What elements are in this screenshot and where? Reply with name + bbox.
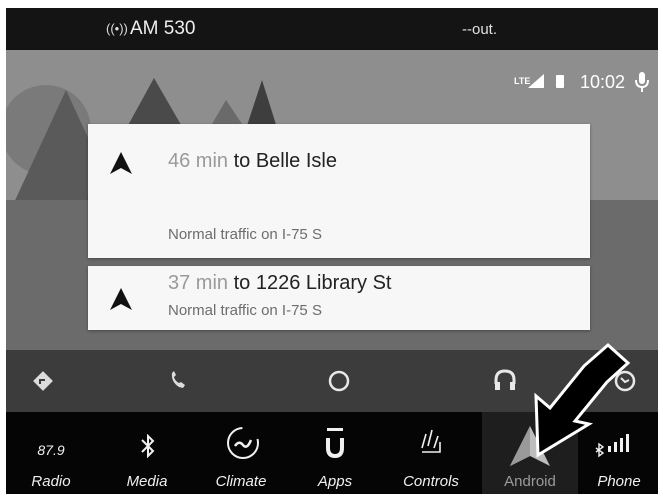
apps-label: Apps [317, 473, 353, 490]
android-auto-icon [510, 426, 550, 466]
navigation-card[interactable]: 46 min to Belle Isle Normal traffic on I… [88, 124, 590, 258]
home-icon[interactable] [324, 366, 354, 396]
apps-icon [326, 428, 344, 459]
exit-icon[interactable] [610, 366, 640, 396]
controls-label: Controls [403, 473, 459, 490]
climate-icon [227, 427, 259, 459]
radio-broadcast-icon: ((•)) [106, 21, 128, 36]
battery-icon [556, 75, 564, 88]
navigation-icon[interactable] [28, 366, 58, 396]
top-status-bar: ((•)) AM 530 --out. [6, 8, 658, 50]
infotainment-screen: ((•)) AM 530 --out. LTE 10:02 46 min to … [6, 8, 658, 494]
controls-icon [421, 429, 441, 453]
cell-signal-icon [528, 74, 544, 88]
traffic-text: Normal traffic on I-75 S [168, 302, 322, 319]
climate-label: Climate [215, 473, 267, 490]
phone-button[interactable]: Phone [580, 412, 658, 494]
radio-label: Radio [31, 473, 71, 490]
eta-text: 37 min [168, 272, 229, 294]
headphones-icon[interactable] [490, 366, 520, 396]
navigation-card[interactable]: 37 min to 1226 Library St Normal traffic… [88, 266, 590, 330]
android-status-bar: LTE 10:02 [428, 70, 658, 100]
media-label: Media [126, 473, 168, 490]
phone-signal-icon [595, 434, 629, 458]
radio-frequency: 87.9 [37, 442, 65, 458]
status-text: --out. [462, 21, 498, 38]
climate-button[interactable]: Climate [196, 412, 286, 494]
android-auto-nav-bar [6, 350, 658, 412]
bluetooth-icon [141, 434, 155, 458]
navigation-arrow-icon [110, 152, 132, 174]
destination-text: to 1226 Library St [233, 272, 392, 294]
radio-station-label[interactable]: AM 530 [130, 18, 195, 40]
traffic-text: Normal traffic on I-75 S [168, 226, 322, 243]
android-label: Android [504, 473, 556, 490]
android-auto-screen: LTE 10:02 46 min to Belle Isle Normal tr… [6, 50, 658, 350]
eta-text: 46 min [168, 150, 229, 172]
microphone-icon[interactable] [635, 72, 649, 94]
controls-button[interactable]: Controls [386, 412, 476, 494]
apps-button[interactable]: Apps [290, 412, 380, 494]
destination-text: to Belle Isle [233, 150, 337, 172]
android-button[interactable]: Android [482, 412, 578, 494]
phone-label: Phone [597, 473, 641, 490]
navigation-arrow-icon [110, 288, 132, 310]
radio-button[interactable]: 87.9 Radio [6, 412, 96, 494]
media-button[interactable]: Media [102, 412, 192, 494]
clock: 10:02 [580, 72, 626, 92]
phone-icon[interactable] [164, 366, 194, 396]
uconnect-bar: 87.9 Radio Media Climate Apps Controls A… [6, 412, 658, 494]
